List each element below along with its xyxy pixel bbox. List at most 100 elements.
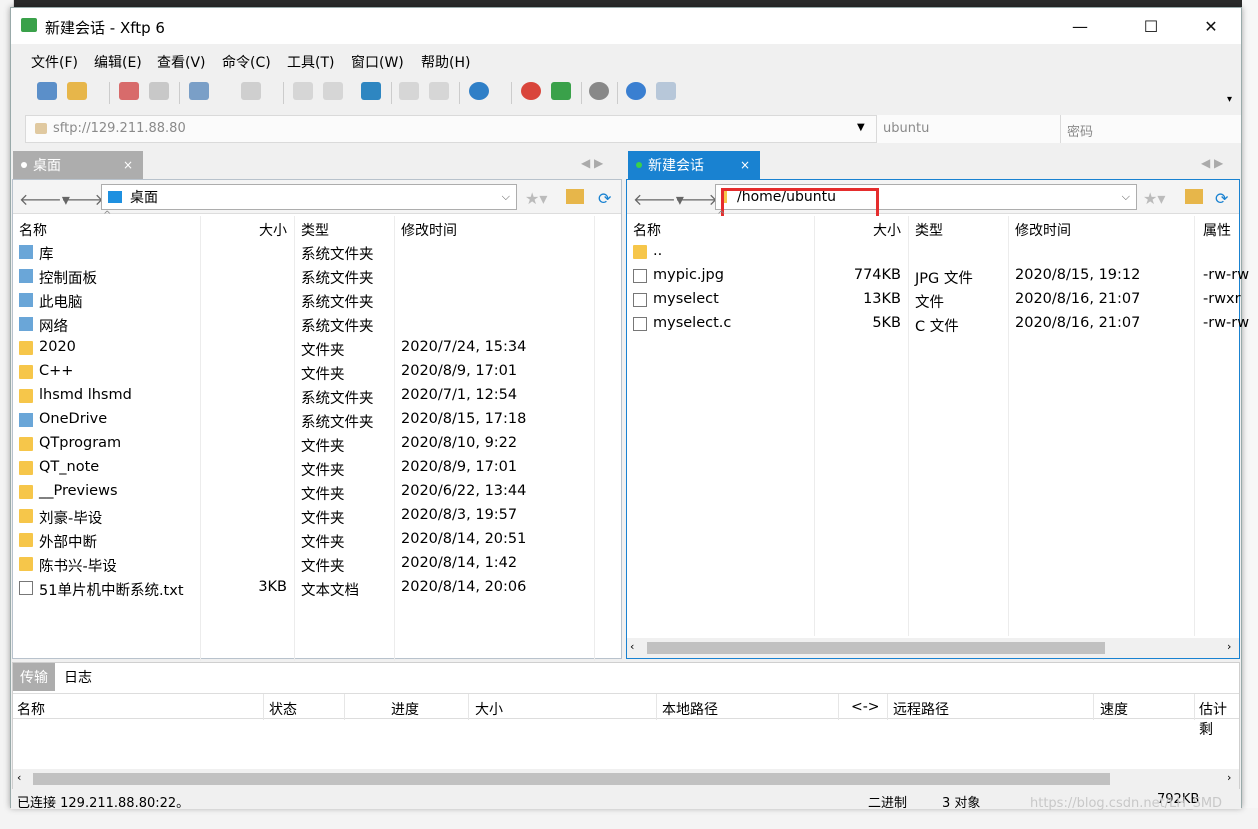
refresh-icon[interactable]: ⟳ xyxy=(1215,189,1228,208)
table-row[interactable]: 外部中断 文件夹 2020/8/14, 20:51 xyxy=(13,528,621,552)
scrollbar-thumb[interactable] xyxy=(33,773,1110,785)
table-row[interactable]: QTprogram 文件夹 2020/8/10, 9:22 xyxy=(13,432,621,456)
col-modified[interactable]: 修改时间 xyxy=(401,220,457,240)
table-row[interactable]: C++ 文件夹 2020/8/9, 17:01 xyxy=(13,360,621,384)
local-path-box[interactable]: 桌面 ⌵ xyxy=(101,184,517,210)
col-type[interactable]: 类型 xyxy=(915,220,943,240)
table-row[interactable]: .. xyxy=(627,240,1239,264)
col-size[interactable]: 大小 xyxy=(259,220,287,240)
new-session-icon[interactable] xyxy=(37,82,57,100)
minimize-button[interactable]: — xyxy=(1057,8,1103,44)
col-modified[interactable]: 修改时间 xyxy=(1015,220,1071,240)
transfer-scrollbar[interactable]: ‹ › xyxy=(13,769,1239,789)
col-attributes[interactable]: 属性 xyxy=(1203,220,1231,240)
table-row[interactable]: 控制面板 系统文件夹 xyxy=(13,264,621,288)
column-divider xyxy=(656,694,657,720)
col-speed[interactable]: 速度 xyxy=(1100,699,1128,719)
menu-help[interactable]: 帮助(H) xyxy=(421,52,470,72)
col-name[interactable]: 名称 xyxy=(17,699,45,719)
menu-command[interactable]: 命令(C) xyxy=(222,52,271,72)
table-row[interactable]: 陈书兴-毕设 文件夹 2020/8/14, 1:42 xyxy=(13,552,621,576)
tab-log[interactable]: 日志 xyxy=(57,663,99,691)
cell-attr: -rw-rw xyxy=(1203,267,1250,283)
upload-icon[interactable] xyxy=(293,82,313,100)
paste-icon[interactable] xyxy=(429,82,449,100)
col-name[interactable]: 名称 xyxy=(633,220,661,240)
home-folder-icon[interactable] xyxy=(1185,189,1203,204)
scroll-right-icon[interactable]: › xyxy=(1227,640,1231,653)
scroll-left-icon[interactable]: ‹ xyxy=(630,640,634,653)
tab-scroll-arrows-icon[interactable]: ◀ ▶ xyxy=(1201,156,1223,170)
close-icon[interactable]: × xyxy=(740,158,750,172)
horizontal-scrollbar[interactable]: ‹ › xyxy=(627,638,1239,658)
col-status[interactable]: 状态 xyxy=(269,699,297,719)
address-url[interactable]: sftp://129.211.88.80 xyxy=(53,121,186,136)
table-row[interactable]: QT_note 文件夹 2020/8/9, 17:01 xyxy=(13,456,621,480)
star-icon[interactable]: ★▾ xyxy=(1143,189,1165,208)
globe-icon[interactable] xyxy=(469,82,489,100)
view-icon[interactable] xyxy=(241,82,261,100)
reconnect-icon[interactable] xyxy=(149,82,169,100)
refresh-icon[interactable]: ⟳ xyxy=(598,189,611,208)
xshell-icon[interactable] xyxy=(521,82,541,100)
menu-view[interactable]: 查看(V) xyxy=(157,52,206,72)
disconnect-icon[interactable] xyxy=(119,82,139,100)
col-name[interactable]: 名称 xyxy=(19,220,47,240)
cell-modified: 2020/6/22, 13:44 xyxy=(401,483,527,499)
col-eta[interactable]: 估计剩 xyxy=(1199,699,1239,739)
tab-new-session[interactable]: 新建会话 × xyxy=(628,151,760,179)
star-icon[interactable]: ★▾ xyxy=(525,189,547,208)
scroll-right-icon[interactable]: › xyxy=(1227,771,1231,784)
download-icon[interactable] xyxy=(323,82,343,100)
properties-icon[interactable] xyxy=(189,82,209,100)
col-progress[interactable]: 进度 xyxy=(391,699,419,719)
settings-gear-icon[interactable] xyxy=(589,82,609,100)
copy-icon[interactable] xyxy=(399,82,419,100)
xftp-icon[interactable] xyxy=(551,82,571,100)
table-row[interactable]: 库 系统文件夹 xyxy=(13,240,621,264)
table-row[interactable]: mypic.jpg 774KB JPG 文件 2020/8/15, 19:12 -rw-… xyxy=(627,264,1249,288)
table-row[interactable]: 刘豪-毕设 文件夹 2020/8/3, 19:57 xyxy=(13,504,621,528)
connection-status: 已连接 129.211.88.80:22。 xyxy=(17,796,190,811)
tab-scroll-arrows-icon[interactable]: ◀ ▶ xyxy=(581,156,603,170)
chat-icon[interactable] xyxy=(656,82,676,100)
transfer-mode[interactable]: 二进制 xyxy=(868,792,907,811)
table-row[interactable]: myselect 13KB 文件 2020/8/16, 21:07 -rwxr xyxy=(627,288,1241,312)
home-folder-icon[interactable] xyxy=(566,189,584,204)
chevron-down-icon[interactable]: ⌵ xyxy=(502,190,510,204)
table-row[interactable]: lhsmd lhsmd 系统文件夹 2020/7/1, 12:54 xyxy=(13,384,621,408)
scrollbar-thumb[interactable] xyxy=(647,642,1105,654)
maximize-button[interactable]: ☐ xyxy=(1128,8,1174,44)
col-type[interactable]: 类型 xyxy=(301,220,329,240)
password-field[interactable]: 密码 xyxy=(1060,115,1241,143)
col-size[interactable]: 大小 xyxy=(475,699,503,719)
toolbar-overflow-icon[interactable]: ▾ xyxy=(1227,94,1232,105)
address-dropdown-icon[interactable]: ▼ xyxy=(857,122,865,133)
chevron-down-icon[interactable]: ⌵ xyxy=(1122,190,1130,204)
table-row[interactable]: 51单片机中断系统.txt 3KB 文本文档 2020/8/14, 20:06 xyxy=(13,576,621,600)
close-icon[interactable]: × xyxy=(123,158,133,172)
table-row[interactable]: 网络 系统文件夹 xyxy=(13,312,621,336)
col-local-path[interactable]: 本地路径 xyxy=(662,699,718,719)
col-size[interactable]: 大小 xyxy=(873,220,901,240)
menu-window[interactable]: 窗口(W) xyxy=(351,52,404,72)
col-remote-path[interactable]: 远程路径 xyxy=(893,699,949,719)
table-row[interactable]: 此电脑 系统文件夹 xyxy=(13,288,621,312)
cell-type: 文件夹 xyxy=(301,439,345,455)
menu-tools[interactable]: 工具(T) xyxy=(287,52,334,72)
username-field[interactable]: ubuntu xyxy=(876,115,1060,143)
tab-transfer[interactable]: 传输 xyxy=(13,663,55,691)
open-folder-icon[interactable] xyxy=(67,82,87,100)
help-icon[interactable] xyxy=(626,82,646,100)
col-direction[interactable]: <-> xyxy=(851,699,880,715)
menu-file[interactable]: 文件(F) xyxy=(31,52,78,72)
tab-desktop[interactable]: 桌面 × xyxy=(13,151,143,179)
scroll-left-icon[interactable]: ‹ xyxy=(17,771,21,784)
transfer-icon[interactable] xyxy=(361,82,381,100)
table-row[interactable]: myselect.c 5KB C 文件 2020/8/16, 21:07 -rw-rw xyxy=(627,312,1249,336)
menu-edit[interactable]: 编辑(E) xyxy=(94,52,142,72)
table-row[interactable]: 2020 文件夹 2020/7/24, 15:34 xyxy=(13,336,621,360)
close-button[interactable]: ✕ xyxy=(1188,8,1234,44)
table-row[interactable]: OneDrive 系统文件夹 2020/8/15, 17:18 xyxy=(13,408,621,432)
table-row[interactable]: __Previews 文件夹 2020/6/22, 13:44 xyxy=(13,480,621,504)
